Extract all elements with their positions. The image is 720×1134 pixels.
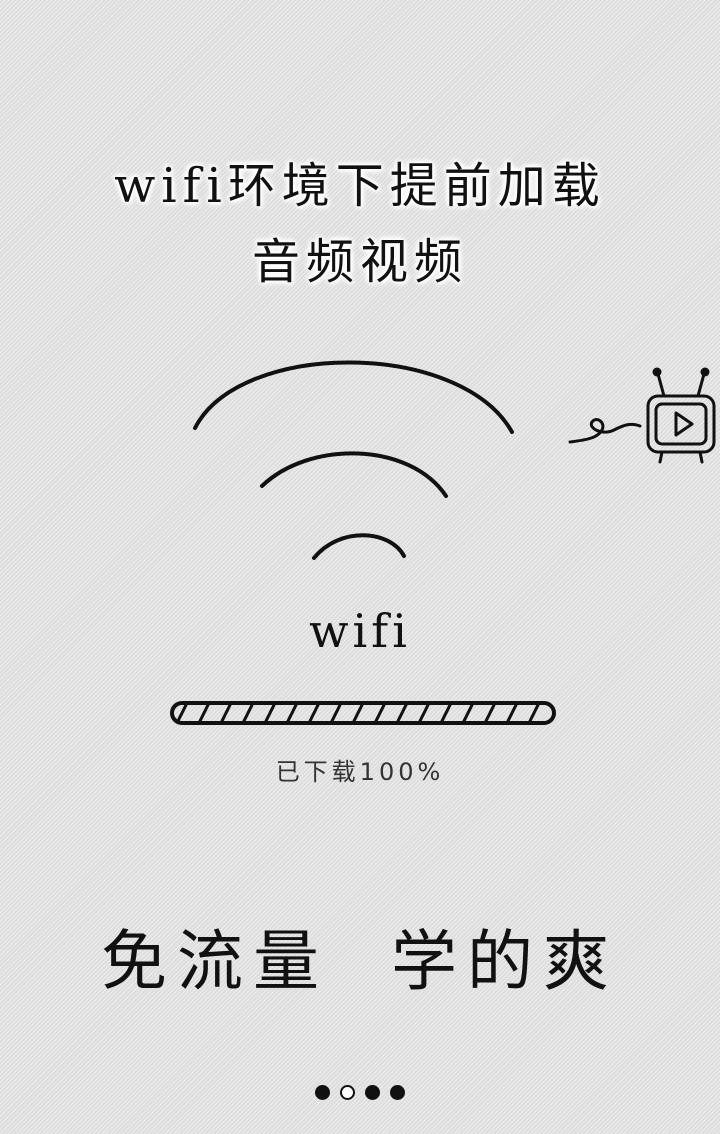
page-indicator — [0, 1085, 720, 1100]
page-dot-2[interactable] — [340, 1085, 355, 1100]
download-progress-text: 已下载100% — [275, 758, 445, 786]
page-dot-4[interactable] — [390, 1085, 405, 1100]
download-progress-bar — [166, 697, 560, 729]
page-dot-3[interactable] — [365, 1085, 380, 1100]
wifi-signal-icon — [180, 350, 530, 570]
intro-title-line-2: 音频视频 — [251, 234, 468, 290]
slogan: 免流量 学的爽 — [101, 923, 619, 1000]
tv-play-icon — [566, 366, 720, 476]
wifi-label: wifi — [309, 604, 411, 658]
intro-title-line-1: wifi环境下提前加载 — [114, 158, 606, 214]
page-dot-1[interactable] — [315, 1085, 330, 1100]
